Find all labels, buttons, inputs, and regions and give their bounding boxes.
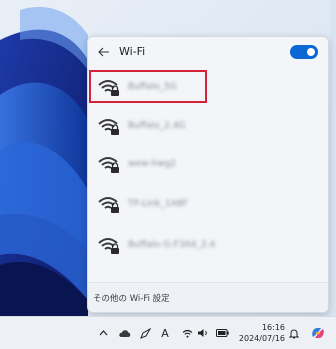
wifi-secured-icon — [98, 118, 119, 135]
ime-indicator[interactable]: A — [158, 317, 172, 349]
network-ssid: TP-Link_1A8F — [128, 198, 188, 209]
network-ssid: Buffalo_5G — [128, 81, 177, 92]
network-ssid: Buffalo-G-F3A4_2.4 — [128, 239, 216, 250]
network-item-3[interactable]: wew-hwg2 — [91, 149, 205, 178]
pen-icon — [139, 327, 151, 339]
network-item-1[interactable]: Buffalo_5G — [89, 70, 207, 103]
back-button[interactable] — [94, 42, 114, 62]
wifi-secured-icon — [98, 156, 119, 173]
other-wifi-settings-link[interactable]: その他の Wi-Fi 設定 — [93, 292, 170, 304]
wifi-icon — [182, 329, 192, 338]
speaker-icon — [198, 329, 207, 337]
wifi-toggle[interactable] — [290, 45, 318, 59]
show-hidden-icons-button[interactable] — [96, 317, 110, 349]
back-arrow-icon — [98, 47, 109, 57]
network-item-2[interactable]: Buffalo_2.4G — [91, 111, 205, 140]
clock-time: 16:16 — [261, 323, 285, 332]
network-item-4[interactable]: TP-Link_1A8F — [91, 189, 205, 218]
taskbar: A 16:16 2024/07/16 — [0, 316, 336, 349]
wifi-flyout-header: Wi-Fi — [88, 37, 328, 67]
bell-icon — [289, 329, 299, 338]
notifications-button[interactable] — [287, 317, 301, 349]
taskbar-clock[interactable]: 16:16 2024/07/16 — [233, 322, 285, 344]
onedrive-cloud-icon — [118, 329, 130, 337]
toggle-knob — [307, 48, 315, 56]
network-ssid: wew-hwg2 — [128, 158, 177, 169]
wifi-title: Wi-Fi — [119, 45, 146, 58]
onedrive-button[interactable] — [116, 317, 132, 349]
battery-icon — [215, 329, 229, 337]
pen-menu-button[interactable] — [138, 317, 152, 349]
wifi-secured-icon — [98, 196, 119, 213]
ime-label: A — [161, 326, 169, 340]
copilot-button[interactable] — [308, 317, 328, 349]
chevron-up-icon — [99, 330, 107, 336]
copilot-icon — [312, 328, 324, 338]
wifi-flyout-panel: Wi-Fi Buffalo_5G Buffalo_2.4G wew-hwg2 T… — [87, 36, 329, 313]
network-ssid: Buffalo_2.4G — [128, 120, 186, 131]
wifi-flyout-footer: その他の Wi-Fi 設定 — [88, 282, 328, 312]
battery-button[interactable] — [214, 317, 230, 349]
clock-date: 2024/07/16 — [238, 334, 285, 343]
network-button[interactable] — [180, 317, 194, 349]
wifi-secured-icon — [98, 237, 119, 254]
network-item-5[interactable]: Buffalo-G-F3A4_2.4 — [91, 230, 215, 259]
wifi-secured-icon — [98, 79, 119, 96]
volume-button[interactable] — [196, 317, 210, 349]
